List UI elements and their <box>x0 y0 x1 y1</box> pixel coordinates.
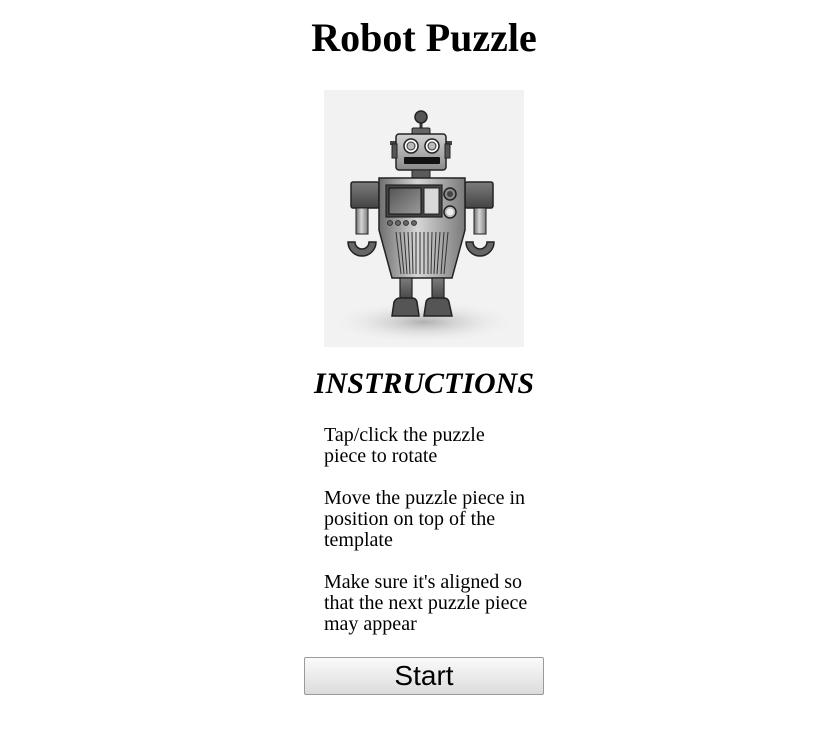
robot-icon <box>329 110 519 344</box>
instructions-list: Tap/click the puzzle piece to rotate Mov… <box>324 425 529 656</box>
instruction-step-position: Move the puzzle piece in position on top… <box>324 487 526 551</box>
page-title: Robot Puzzle <box>311 15 537 60</box>
instruction-step-align: Make sure it's aligned so that the next … <box>324 571 528 635</box>
start-button[interactable]: Start <box>304 657 544 695</box>
robot-image <box>324 90 524 347</box>
instruction-step-rotate: Tap/click the puzzle piece to rotate <box>324 424 485 467</box>
instructions-heading: INSTRUCTIONS <box>313 367 535 400</box>
